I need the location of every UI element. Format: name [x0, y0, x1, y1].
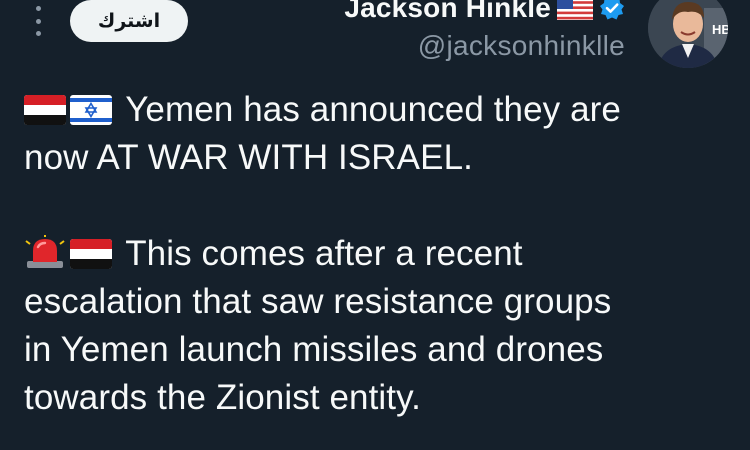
us-flag-icon — [557, 0, 593, 20]
tweet-line: now AT WAR WITH ISRAEL. — [24, 138, 473, 177]
tweet-paragraph-1: Yemen has announced they are now AT WAR … — [24, 86, 734, 182]
tweet-text: Yemen has announced they are now AT WAR … — [24, 86, 734, 422]
author-name[interactable]: Jackson Hinkle — [344, 0, 551, 24]
tweet-paragraph-2: This comes after a recent escalation tha… — [24, 230, 734, 422]
more-vertical-icon[interactable] — [30, 6, 46, 36]
tweet-line: escalation that saw resistance groups — [24, 282, 612, 321]
tweet-line: This comes after a recent — [125, 234, 523, 273]
verified-badge-icon[interactable] — [599, 0, 625, 21]
author-name-row: Jackson Hinkle — [344, 0, 625, 28]
author-block: Jackson Hinkle @jacksonhinklle — [344, 0, 625, 62]
more-dot — [35, 18, 41, 24]
more-dot — [35, 31, 41, 36]
police-light-icon — [24, 235, 66, 269]
yemen-flag-icon — [24, 95, 66, 125]
israel-flag-icon — [70, 95, 112, 125]
tweet-line: towards the Zionist entity. — [24, 378, 421, 417]
subscribe-button[interactable]: اشترك — [70, 0, 188, 42]
avatar-badge-text: HB — [712, 22, 728, 37]
avatar[interactable]: HB — [648, 0, 728, 68]
author-handle[interactable]: @jacksonhinklle — [344, 30, 625, 62]
more-dot — [35, 6, 41, 11]
yemen-flag-icon — [70, 239, 112, 269]
tweet-line: Yemen has announced they are — [125, 90, 621, 129]
tweet-line: in Yemen launch missiles and drones — [24, 330, 604, 369]
